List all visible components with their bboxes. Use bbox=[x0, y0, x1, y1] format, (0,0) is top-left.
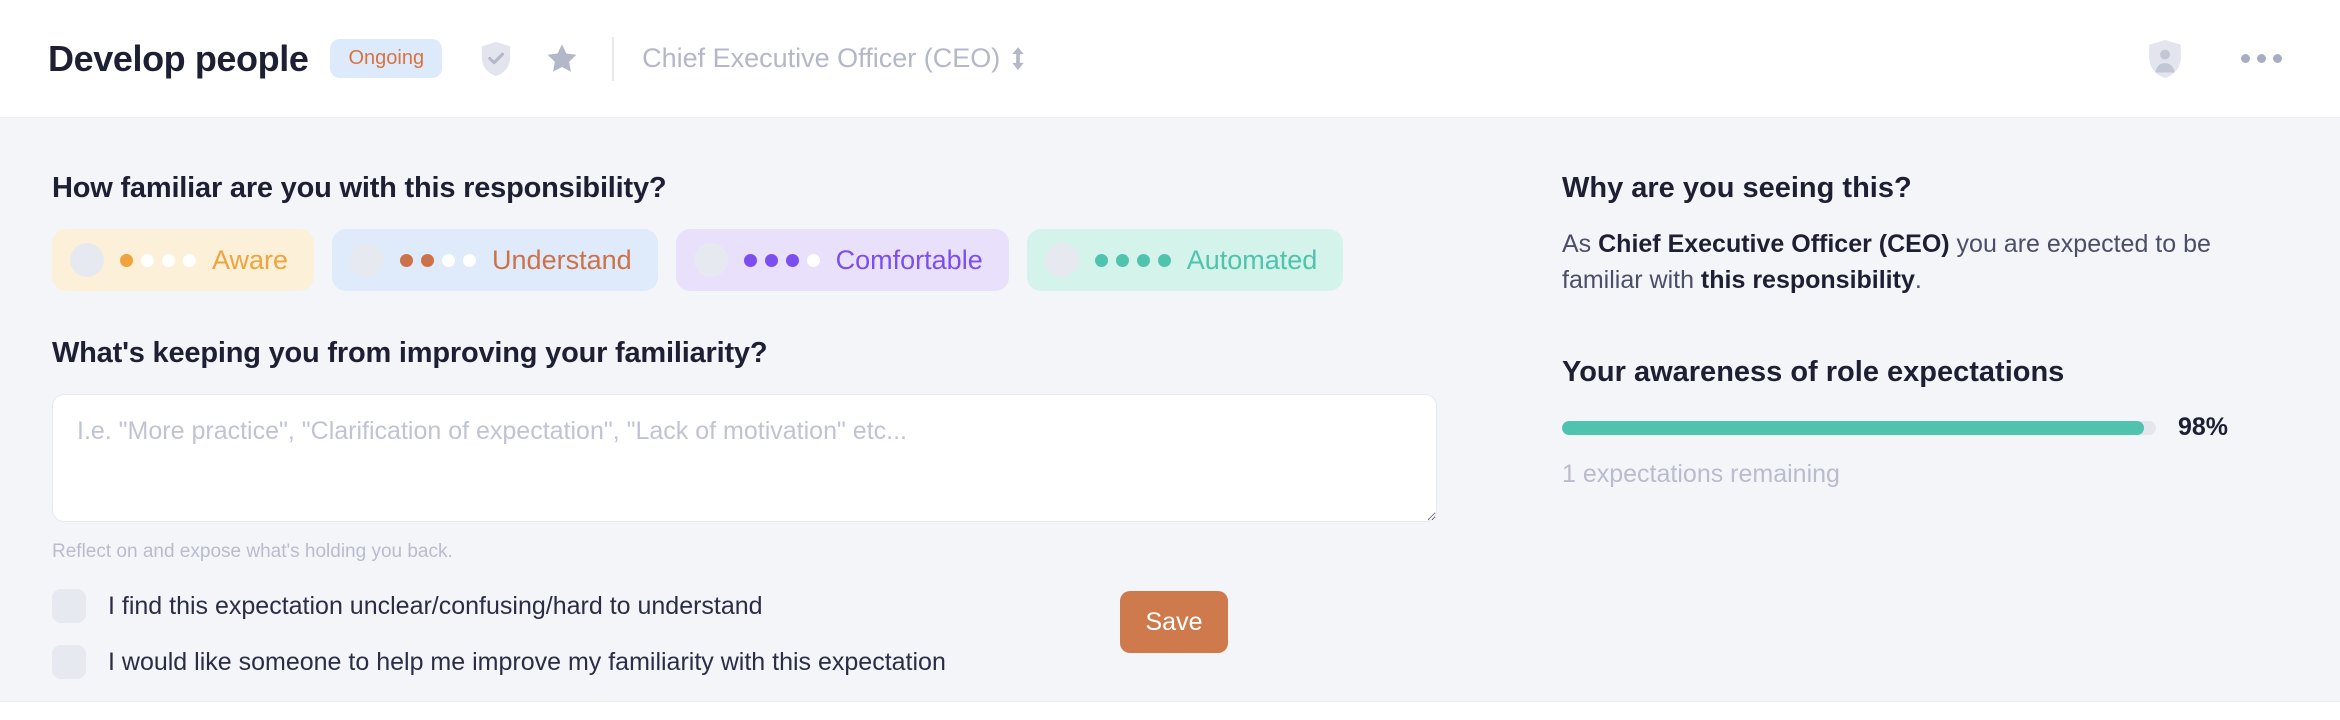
more-dot bbox=[2257, 54, 2266, 63]
role-label-text: Chief Executive Officer (CEO) bbox=[642, 43, 1000, 74]
level-dots bbox=[744, 254, 820, 267]
option-label: Automated bbox=[1187, 245, 1318, 276]
level-dot bbox=[400, 254, 413, 267]
page-body: How familiar are you with this responsib… bbox=[0, 118, 2340, 701]
header-divider bbox=[612, 37, 614, 81]
shield-person-avatar-icon[interactable] bbox=[2145, 39, 2185, 79]
blocker-actions-row: I find this expectation unclear/confusin… bbox=[52, 589, 1540, 701]
why-suffix: . bbox=[1915, 266, 1922, 294]
app-root: Develop people Ongoing Chief Executive O… bbox=[0, 0, 2340, 720]
familiarity-options: Aware Understand bbox=[52, 229, 1540, 291]
familiarity-option-understand[interactable]: Understand bbox=[332, 229, 658, 291]
footer-strip bbox=[0, 701, 2340, 720]
level-dot bbox=[120, 254, 133, 267]
familiarity-question: How familiar are you with this responsib… bbox=[52, 172, 1540, 205]
blocker-textarea[interactable] bbox=[52, 394, 1437, 522]
level-dot bbox=[1116, 254, 1129, 267]
awareness-progress-row: 98% bbox=[1562, 413, 2280, 442]
main-content-column: How familiar are you with this responsib… bbox=[0, 118, 1540, 701]
familiarity-option-aware[interactable]: Aware bbox=[52, 229, 314, 291]
why-description: As Chief Executive Officer (CEO) you are… bbox=[1562, 227, 2262, 298]
level-dot bbox=[744, 254, 757, 267]
awareness-progress-track bbox=[1562, 421, 2156, 435]
level-dot bbox=[162, 254, 175, 267]
why-emphasis: this responsibility bbox=[1701, 266, 1915, 294]
header-right-group bbox=[2119, 39, 2292, 79]
status-badge[interactable]: Ongoing bbox=[330, 39, 442, 78]
more-dot bbox=[2273, 54, 2282, 63]
checkbox-label: I would like someone to help me improve … bbox=[108, 648, 946, 677]
expectations-remaining: 1 expectations remaining bbox=[1562, 460, 2280, 489]
option-label: Aware bbox=[212, 245, 288, 276]
checkbox-label: I find this expectation unclear/confusin… bbox=[108, 592, 763, 621]
more-dot bbox=[2241, 54, 2250, 63]
level-dots bbox=[1095, 254, 1171, 267]
why-prefix: As bbox=[1562, 230, 1598, 258]
blocker-checkbox-group: I find this expectation unclear/confusin… bbox=[52, 589, 1120, 701]
blocker-question: What's keeping you from improving your f… bbox=[52, 337, 1540, 370]
arrow-up-icon bbox=[1010, 46, 1026, 72]
level-dots bbox=[400, 254, 476, 267]
checkbox-unclear-expectation[interactable]: I find this expectation unclear/confusin… bbox=[52, 589, 1120, 623]
level-dot bbox=[141, 254, 154, 267]
familiarity-option-automated[interactable]: Automated bbox=[1027, 229, 1344, 291]
radio-indicator[interactable] bbox=[694, 243, 728, 277]
checkbox-request-help[interactable]: I would like someone to help me improve … bbox=[52, 645, 1120, 679]
level-dot bbox=[807, 254, 820, 267]
level-dot bbox=[786, 254, 799, 267]
more-options-icon[interactable] bbox=[2231, 44, 2292, 73]
page-title: Develop people bbox=[48, 38, 308, 80]
why-title: Why are you seeing this? bbox=[1562, 172, 2280, 205]
shield-check-icon[interactable] bbox=[476, 39, 516, 79]
familiarity-option-comfortable[interactable]: Comfortable bbox=[676, 229, 1009, 291]
level-dot bbox=[1137, 254, 1150, 267]
checkbox-box[interactable] bbox=[52, 589, 86, 623]
awareness-percent-label: 98% bbox=[2178, 413, 2228, 442]
level-dot bbox=[421, 254, 434, 267]
level-dot bbox=[765, 254, 778, 267]
blocker-input-wrapper bbox=[52, 394, 1437, 527]
save-button[interactable]: Save bbox=[1120, 591, 1228, 653]
level-dot bbox=[183, 254, 196, 267]
page-header: Develop people Ongoing Chief Executive O… bbox=[0, 0, 2340, 118]
level-dot bbox=[442, 254, 455, 267]
awareness-title: Your awareness of role expectations bbox=[1562, 356, 2280, 389]
radio-indicator[interactable] bbox=[70, 243, 104, 277]
level-dots bbox=[120, 254, 196, 267]
why-role: Chief Executive Officer (CEO) bbox=[1598, 230, 1949, 258]
radio-indicator[interactable] bbox=[1045, 243, 1079, 277]
option-label: Understand bbox=[492, 245, 632, 276]
sidebar-column: Why are you seeing this? As Chief Execut… bbox=[1540, 118, 2340, 701]
star-icon[interactable] bbox=[542, 39, 582, 79]
awareness-progress-fill bbox=[1562, 421, 2144, 435]
option-label: Comfortable bbox=[836, 245, 983, 276]
blocker-helper-text: Reflect on and expose what's holding you… bbox=[52, 541, 1540, 563]
level-dot bbox=[463, 254, 476, 267]
header-left-group: Develop people Ongoing Chief Executive O… bbox=[48, 37, 2119, 81]
level-dot bbox=[1158, 254, 1171, 267]
level-dot bbox=[1095, 254, 1108, 267]
checkbox-box[interactable] bbox=[52, 645, 86, 679]
role-label[interactable]: Chief Executive Officer (CEO) bbox=[642, 43, 1026, 74]
radio-indicator[interactable] bbox=[350, 243, 384, 277]
